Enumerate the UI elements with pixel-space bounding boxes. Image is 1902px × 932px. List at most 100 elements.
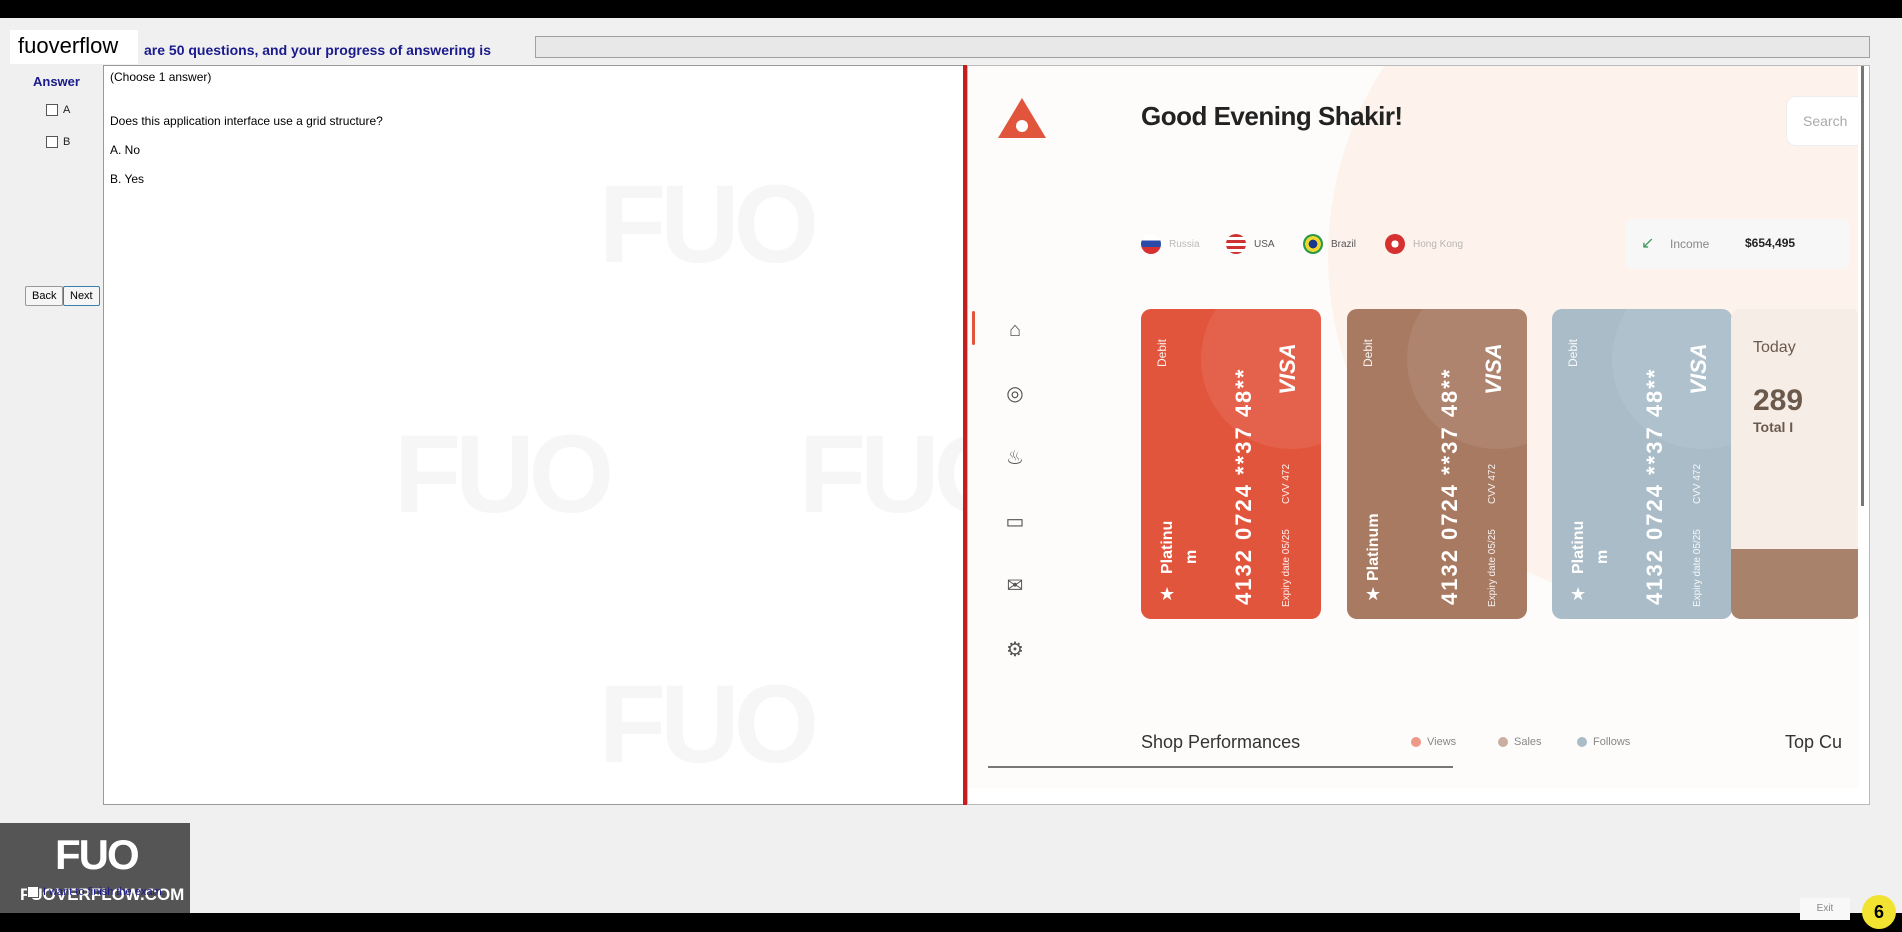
country-hong-kong: Hong Kong [1385, 234, 1463, 254]
option-a-label: A [63, 104, 71, 116]
active-nav-marker [972, 311, 975, 345]
compass-icon: ◎ [1006, 383, 1024, 405]
country-russia: Russia [1141, 234, 1200, 254]
watermark-logo: FUO [599, 163, 819, 286]
exit-button[interactable]: Exit [1800, 898, 1850, 920]
card-tier-suffix: m [1183, 549, 1200, 564]
star-icon: ★ [1570, 584, 1587, 604]
credit-card: Debit VISA Platinu m 4132 0724 **37 48**… [1141, 309, 1321, 619]
home-icon: ⌂ [1008, 319, 1022, 341]
card-tier: Platinu [1159, 520, 1176, 574]
country-usa: USA [1226, 234, 1275, 254]
legend-label: Sales [1514, 736, 1542, 748]
exam-window: fuoverflow are 50 questions, and your pr… [0, 18, 1902, 929]
card-number: 4132 0724 **37 48** [1437, 367, 1462, 605]
question-number-badge: 6 [1862, 895, 1896, 929]
brazil-flag-icon [1303, 234, 1323, 254]
country-label: USA [1254, 238, 1275, 250]
answer-title: Answer [33, 74, 80, 89]
top-customers-title: Top Cu [1785, 732, 1843, 752]
settings-icon: ⚙ [1006, 639, 1024, 661]
dashboard-screenshot: Good Evening Shakir! Search Russia USA B… [968, 66, 1858, 788]
today-value: 289 [1753, 384, 1804, 417]
legend-label: Views [1427, 736, 1457, 748]
watermark-logo: FUO [394, 413, 614, 536]
vertical-scrollbar[interactable] [1861, 66, 1864, 506]
option-b-checkbox[interactable] [46, 136, 58, 148]
legend-dot [1577, 737, 1587, 747]
card-type: Debit [1155, 338, 1169, 367]
progress-text: are 50 questions, and your progress of a… [144, 42, 491, 58]
shop-performance-title: Shop Performances [1141, 732, 1301, 752]
option-b[interactable]: B [46, 136, 70, 148]
next-button[interactable]: Next [63, 286, 100, 306]
hong-kong-flag-icon [1385, 234, 1405, 254]
card-expiry: Expiry date 05/25 [1281, 529, 1292, 607]
fuo-logo-mark: FUO [55, 831, 140, 878]
fuo-logo: FUO FUOVERFLOW.COM [0, 823, 190, 913]
card-tier-suffix: m [1594, 549, 1611, 564]
option-a[interactable]: A [46, 104, 70, 116]
card-type: Debit [1566, 338, 1580, 367]
card-cvv: CVV 472 [1281, 463, 1292, 504]
answer-b-text: B. Yes [110, 172, 145, 186]
today-stats-card: Today 289 Total I [1731, 309, 1858, 619]
card-cvv: CVV 472 [1692, 463, 1703, 504]
legend-sales: Sales [1498, 736, 1542, 748]
calendar-icon: ▭ [1005, 511, 1025, 533]
card-cvv: CVV 472 [1487, 463, 1498, 504]
question-image-panel: Good Evening Shakir! Search Russia USA B… [967, 65, 1870, 805]
search-placeholder: Search [1803, 113, 1848, 129]
legend-dot [1411, 737, 1421, 747]
legend-views: Views [1411, 736, 1456, 748]
total-label: Total I [1753, 419, 1794, 435]
card-expiry: Expiry date 05/25 [1487, 529, 1498, 607]
answer-panel: Answer A B [28, 70, 103, 662]
country-label: Russia [1169, 238, 1200, 250]
country-brazil: Brazil [1303, 234, 1356, 254]
app-logo-dot [1016, 120, 1028, 132]
back-button[interactable]: Back [25, 286, 64, 306]
card-brand: VISA [1481, 343, 1506, 395]
card-number: 4132 0724 **37 48** [1642, 367, 1667, 605]
card-number: 4132 0724 **37 48** [1231, 367, 1256, 605]
app-logo-icon [998, 98, 1046, 138]
russia-flag-icon [1141, 234, 1161, 254]
legend-follows: Follows [1577, 736, 1630, 748]
income-widget: ↙ Income $654,495 [1625, 219, 1850, 269]
legend-dot [1498, 737, 1508, 747]
fire-icon: ♨ [1006, 447, 1024, 469]
card-tier: Platinu [1570, 520, 1587, 574]
option-b-label: B [63, 136, 71, 148]
country-label: Brazil [1331, 238, 1357, 250]
usa-flag-icon [1226, 234, 1246, 254]
greeting-title: Good Evening Shakir! [1141, 101, 1403, 131]
question-text: Does this application interface use a gr… [110, 114, 383, 128]
question-instruction: (Choose 1 answer) [110, 70, 212, 84]
today-label: Today [1753, 339, 1796, 356]
search-field: Search [1786, 96, 1858, 146]
credit-card: Debit VISA Platinum 4132 0724 **37 48** … [1347, 309, 1527, 619]
card-expiry: Expiry date 05/25 [1692, 529, 1703, 607]
card-tier: Platinum [1365, 513, 1382, 581]
legend-label: Follows [1593, 736, 1631, 748]
credit-card: Debit VISA Platinu m 4132 0724 **37 48**… [1552, 309, 1732, 619]
finish-exam-label: I want to finish the exam. [43, 886, 165, 898]
finish-exam-checkbox[interactable] [27, 886, 39, 898]
country-label: Hong Kong [1413, 238, 1464, 250]
answer-a-text: A. No [110, 143, 141, 157]
card-brand: VISA [1686, 343, 1711, 395]
trend-area [1731, 549, 1858, 619]
mail-icon: ✉ [1006, 575, 1024, 597]
horizontal-scrollbar[interactable] [988, 766, 1453, 768]
question-panel: FUO FUO FUO FUO (Choose 1 answer) Does t… [103, 65, 1019, 805]
star-icon: ★ [1159, 584, 1176, 604]
option-a-checkbox[interactable] [46, 104, 58, 116]
card-type: Debit [1361, 338, 1375, 367]
finish-exam-option[interactable]: I want to finish the exam. [27, 886, 165, 898]
income-label: Income [1670, 237, 1710, 251]
watermark-logo: FUO [599, 663, 819, 786]
card-brand: VISA [1275, 343, 1300, 395]
progress-bar [535, 36, 1870, 58]
star-icon: ★ [1365, 584, 1382, 604]
